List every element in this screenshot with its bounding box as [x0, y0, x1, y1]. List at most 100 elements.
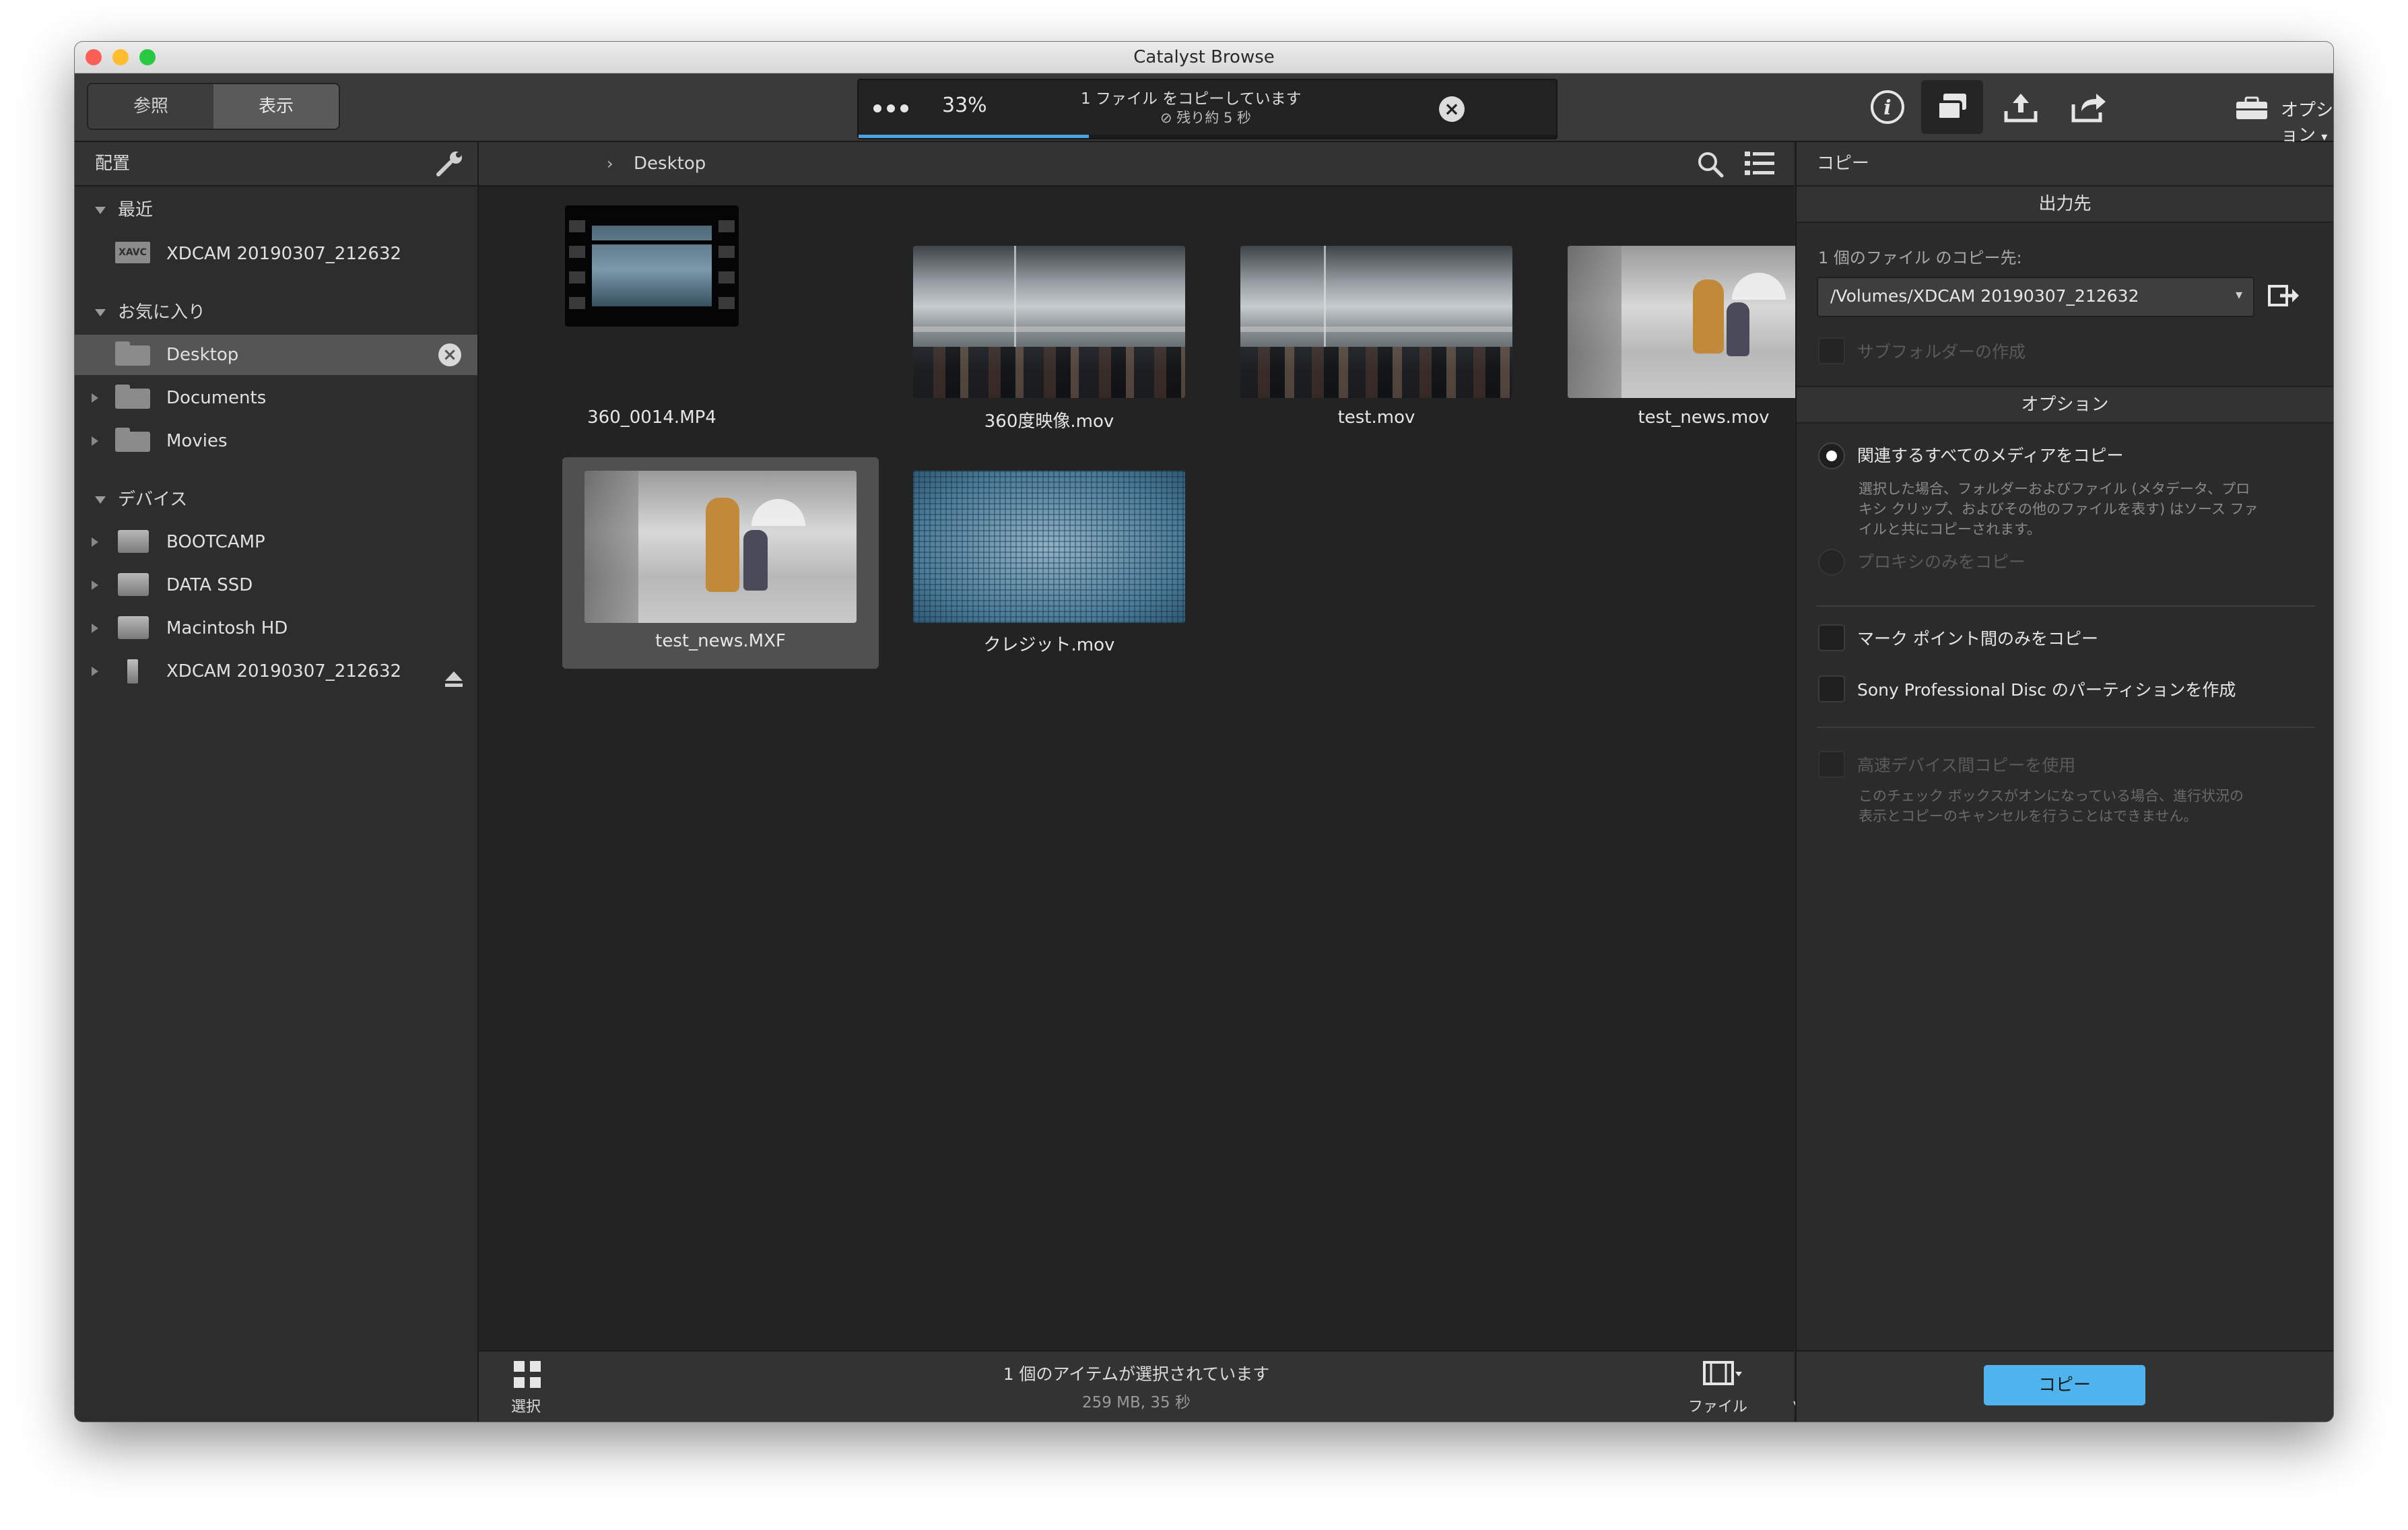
- copy-panel: コピー 出力先 1 個のファイル のコピー先: /Volumes/XDCAM 2…: [1795, 142, 2333, 1422]
- tab-view[interactable]: 表示: [213, 84, 339, 129]
- browser-status-bar: 選択 1 個のアイテムが選択されています 259 MB, 35 秒 ファイル ツ…: [479, 1350, 1839, 1422]
- copy-progress: 33% 1 ファイル をコピーしています ⊘ 残り約 5 秒 ×: [857, 79, 1558, 139]
- minimize-window-button[interactable]: [112, 49, 129, 65]
- eject-icon[interactable]: [444, 662, 464, 702]
- subfolder-label: サブフォルダーの作成: [1857, 342, 2026, 362]
- sidebar-item-macintosh-hd[interactable]: Macintosh HD: [75, 608, 477, 648]
- disclosure-closed-icon[interactable]: [92, 624, 98, 633]
- proxy-only-radio[interactable]: [1818, 549, 1845, 576]
- remove-favorite-icon[interactable]: ×: [438, 343, 461, 366]
- mark-points-label: マーク ポイント間のみをコピー: [1857, 629, 2098, 648]
- disclosure-closed-icon[interactable]: [92, 667, 98, 676]
- cancel-copy-icon[interactable]: ×: [1439, 96, 1465, 122]
- selection-size: 259 MB, 35 秒: [1081, 1394, 1191, 1411]
- file-name: 360度映像.mov: [984, 411, 1114, 432]
- list-view-icon[interactable]: [1745, 150, 1774, 193]
- sidebar-item-bootcamp[interactable]: BOOTCAMP: [75, 522, 477, 562]
- section-recent[interactable]: 最近: [95, 196, 153, 221]
- disclosure-open-icon: [95, 207, 106, 214]
- upload-icon[interactable]: [1999, 86, 2042, 129]
- file-item-selected[interactable]: test_news.MXF: [562, 457, 879, 669]
- fast-copy-description: このチェック ボックスがオンになっている場合、進行状況の 表示とコピーのキャンセ…: [1859, 788, 2244, 824]
- title-bar: Catalyst Browse: [75, 42, 2333, 73]
- sidebar-header: 配置: [75, 142, 477, 187]
- sidebar-item-data-ssd[interactable]: DATA SSD: [75, 565, 477, 605]
- copy-panel-title: コピー: [1817, 154, 1870, 174]
- copy-panel-header: コピー: [1797, 142, 2333, 187]
- toolbox-icon[interactable]: [2235, 96, 2269, 121]
- svg-text:i: i: [1883, 96, 1891, 120]
- section-favorites[interactable]: お気に入り: [95, 298, 205, 323]
- copy-panel-icon[interactable]: [1921, 80, 1983, 134]
- destination-header: 出力先: [1797, 185, 2333, 223]
- breadcrumb[interactable]: Desktop: [634, 142, 706, 185]
- sidebar-item-movies[interactable]: Movies: [75, 421, 477, 461]
- search-icon[interactable]: [1696, 150, 1725, 195]
- all-media-label: 関連するすべてのメディアをコピー: [1857, 446, 2124, 465]
- mark-points-checkbox[interactable]: [1818, 624, 1845, 651]
- video-thumbnail: [1240, 246, 1512, 398]
- fast-copy-label: 高速デバイス間コピーを使用: [1857, 756, 2076, 775]
- disclosure-closed-icon[interactable]: [92, 393, 98, 403]
- folder-icon: [115, 341, 150, 366]
- progress-percent: 33%: [942, 94, 987, 117]
- file-menu-label[interactable]: ファイル: [1688, 1395, 1747, 1416]
- wrench-icon[interactable]: [436, 150, 465, 193]
- close-window-button[interactable]: [86, 49, 102, 65]
- section-devices[interactable]: デバイス: [95, 486, 187, 510]
- sidebar-item-documents[interactable]: Documents: [75, 378, 477, 418]
- share-icon[interactable]: [2067, 86, 2110, 129]
- copy-button[interactable]: コピー: [1984, 1365, 2145, 1405]
- fast-copy-checkbox[interactable]: [1818, 751, 1845, 778]
- mode-switch: 参照 表示: [87, 83, 340, 130]
- options-menu[interactable]: オプション ▾: [2281, 96, 2333, 146]
- info-icon[interactable]: i: [1866, 86, 1909, 129]
- divider: [1817, 605, 2315, 607]
- video-thumbnail: [913, 246, 1185, 398]
- progress-remaining: ⊘ 残り約 5 秒: [1160, 110, 1252, 126]
- toolbar: 参照 表示 33% 1 ファイル をコピーしています ⊘ 残り約 5 秒 × i: [75, 73, 2333, 145]
- folder-icon: [115, 385, 150, 409]
- sidebar: 配置 最近 XAVC XDCAM 20190307_212632 お気に入り D…: [75, 142, 479, 1422]
- divider: [1817, 727, 2315, 728]
- disclosure-closed-icon[interactable]: [92, 580, 98, 590]
- browser-header: › Desktop: [479, 142, 1794, 187]
- sidebar-item-xdcam-device[interactable]: XDCAM 20190307_212632: [75, 651, 477, 692]
- proxy-only-label: プロキシのみをコピー: [1857, 552, 2026, 572]
- subfolder-checkbox[interactable]: [1818, 337, 1845, 364]
- sidebar-title: 配置: [95, 154, 131, 174]
- file-name: 360_0014.MP4: [587, 407, 716, 428]
- all-media-radio[interactable]: [1818, 442, 1845, 469]
- options-header: オプション: [1797, 386, 2333, 424]
- film-strip-icon[interactable]: [1702, 1360, 1743, 1389]
- clock-icon: ⊘: [1160, 110, 1172, 126]
- video-thumbnail: [584, 471, 857, 623]
- progress-track: [859, 135, 1556, 138]
- sidebar-item-recent-xdcam[interactable]: XAVC XDCAM 20190307_212632: [75, 234, 477, 274]
- app-window: Catalyst Browse 参照 表示 33% 1 ファイル をコピーしてい…: [75, 42, 2333, 1422]
- partition-checkbox[interactable]: [1818, 675, 1845, 702]
- destination-select[interactable]: /Volumes/XDCAM 20190307_212632 ▾: [1817, 277, 2254, 317]
- progress-fill: [859, 135, 1089, 138]
- copy-panel-footer: コピー: [1797, 1350, 2333, 1422]
- tab-browse[interactable]: 参照: [88, 84, 213, 129]
- film-thumbnail-icon: [565, 205, 739, 327]
- disclosure-open-icon: [95, 496, 106, 504]
- file-name: クレジット.mov: [983, 635, 1115, 655]
- folder-icon: [115, 428, 150, 452]
- drive-icon: [118, 530, 149, 553]
- sidebar-item-desktop[interactable]: Desktop ×: [75, 335, 477, 375]
- drive-icon: [118, 573, 149, 596]
- disclosure-closed-icon[interactable]: [92, 537, 98, 547]
- add-destination-icon[interactable]: [2267, 282, 2300, 312]
- chevron-right-icon: ›: [607, 154, 613, 173]
- file-name: test.mov: [1337, 407, 1415, 428]
- disclosure-closed-icon[interactable]: [92, 436, 98, 446]
- zoom-window-button[interactable]: [139, 49, 156, 65]
- disclosure-open-icon: [95, 309, 106, 317]
- memory-card-icon: [127, 659, 138, 684]
- destination-label: 1 個のファイル のコピー先:: [1818, 248, 2022, 267]
- partition-label: Sony Professional Disc のパーティションを作成: [1857, 680, 2236, 700]
- more-icon[interactable]: [872, 100, 912, 119]
- selection-status: 1 個のアイテムが選択されています: [1003, 1364, 1270, 1384]
